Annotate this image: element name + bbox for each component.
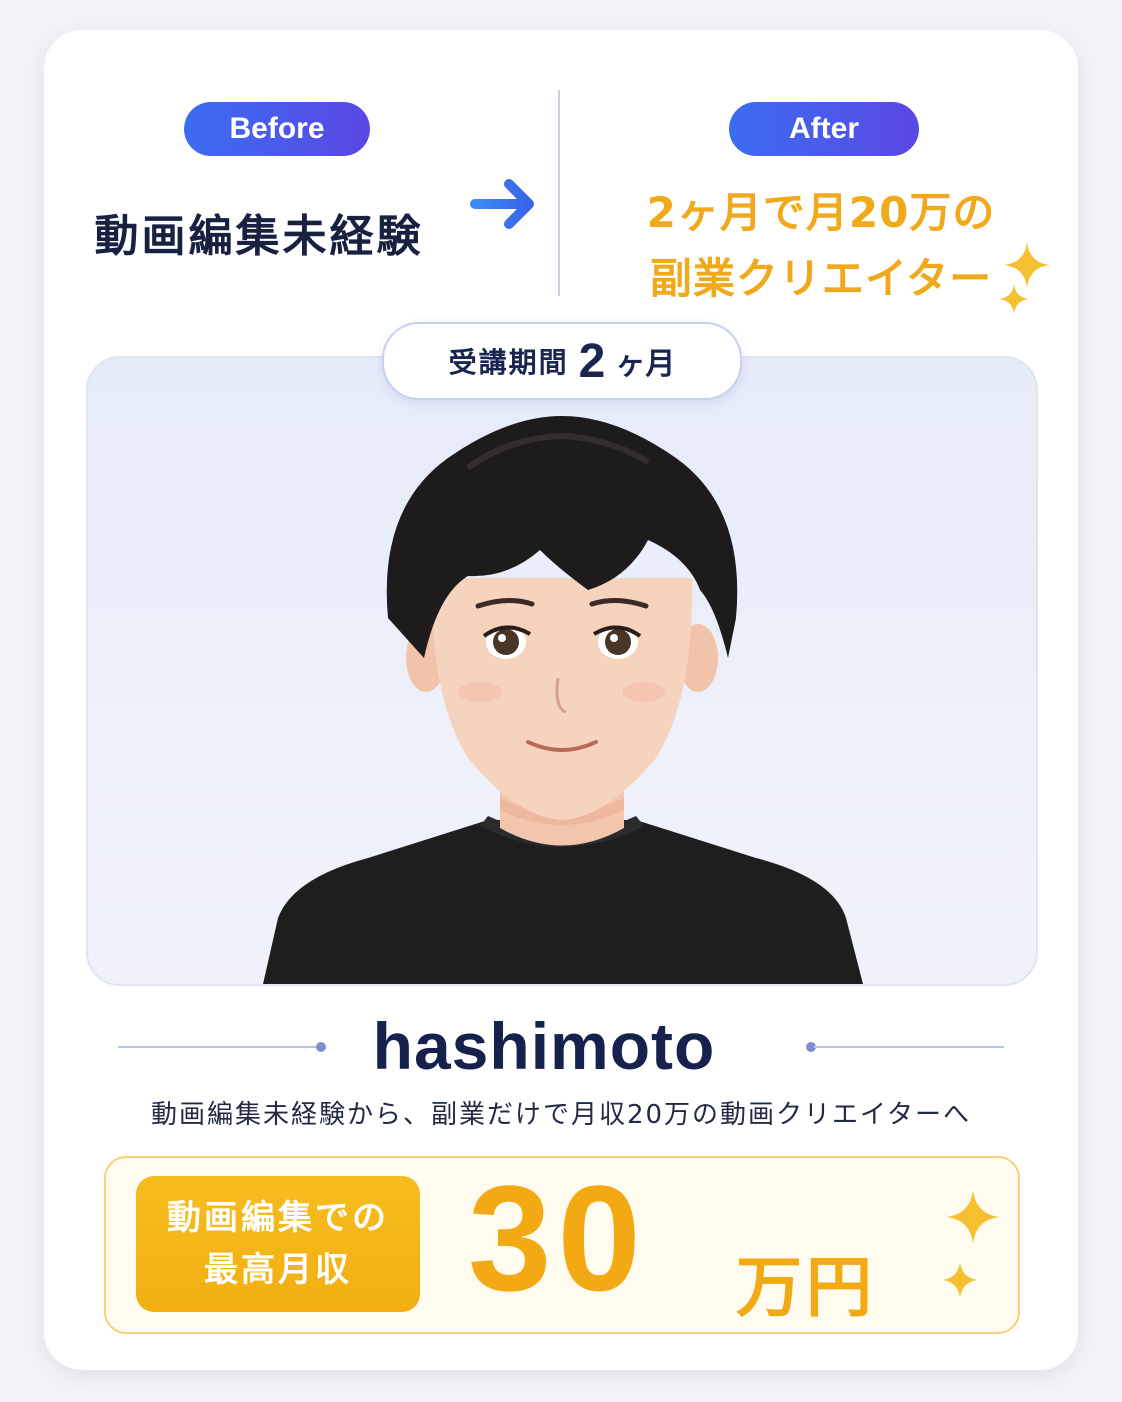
income-label-line1: 動画編集での xyxy=(167,1198,389,1238)
before-badge: Before xyxy=(184,102,370,156)
sparkle-icon xyxy=(942,1262,978,1298)
period-value: 2 xyxy=(578,334,606,388)
before-text: 動画編集未経験 xyxy=(94,211,424,262)
income-label-line2: 最高月収 xyxy=(204,1250,352,1290)
period-label: 受講期間 xyxy=(448,346,569,379)
income-unit: 万円 xyxy=(736,1249,876,1326)
profile-name: hashimoto xyxy=(372,1009,716,1083)
after-text-line1: 2ヶ月で月20万の xyxy=(646,188,996,237)
name-divider-dot-left xyxy=(316,1042,326,1052)
after-badge: After xyxy=(729,102,919,156)
portrait-illustration xyxy=(263,416,863,984)
after-text: 2ヶ月で月20万の 副業クリエイター xyxy=(596,180,1046,312)
portrait-frame xyxy=(86,356,1038,986)
period-unit: ヶ月 xyxy=(615,347,676,382)
income-label: 動画編集での 最高月収 xyxy=(136,1176,420,1312)
vertical-divider xyxy=(558,90,560,296)
sparkle-icon xyxy=(999,284,1029,314)
name-divider-right xyxy=(814,1046,1004,1048)
after-text-line2: 副業クリエイター xyxy=(649,254,993,303)
period-badge: 受講期間 2 ヶ月 xyxy=(382,322,742,400)
profile-description: 動画編集未経験から、副業だけで月収20万の動画クリエイターへ xyxy=(150,1100,972,1130)
income-box: 動画編集での 最高月収 30 万円 xyxy=(104,1154,1020,1334)
income-value: 30 xyxy=(468,1154,647,1322)
sparkle-icon xyxy=(946,1190,1000,1244)
testimonial-card: Before 動画編集未経験 After 2ヶ月で月20万の 副業クリエイター xyxy=(44,30,1078,1370)
name-divider-left xyxy=(118,1046,322,1048)
sparkle-icon xyxy=(1004,242,1050,288)
arrow-right-icon xyxy=(470,179,534,229)
